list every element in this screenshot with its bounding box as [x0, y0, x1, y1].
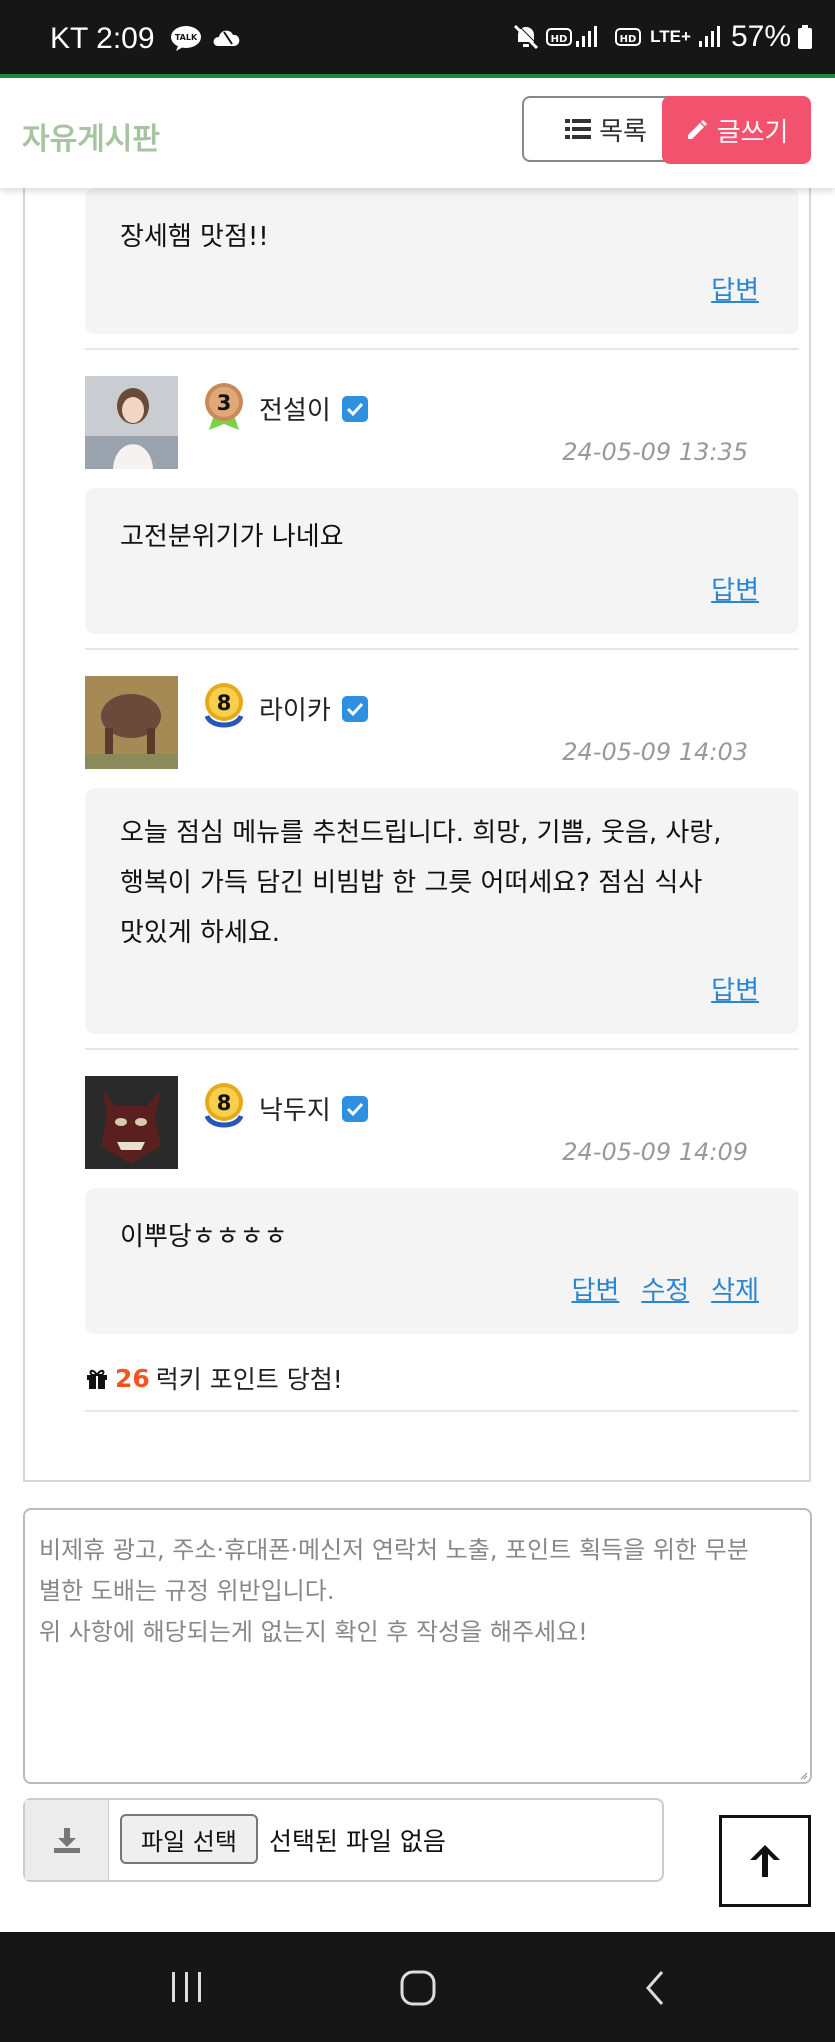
svg-text:HD: HD — [551, 34, 568, 45]
comment-date: 24-05-09 14:03 — [562, 738, 748, 766]
avatar[interactable] — [85, 1076, 178, 1169]
edit-link[interactable]: 수정 — [641, 1270, 689, 1307]
avatar-image — [85, 1076, 178, 1169]
comment-body: 장세햄 맛점!! 답변 — [85, 188, 799, 334]
placeholder-line: 비제휴 광고, 주소·휴대폰·메신저 연락처 노출, 포인트 획득을 위한 무분 — [39, 1536, 749, 1564]
comment-text: 고전분위기가 나네요 — [120, 522, 344, 552]
comment-body: 이뿌당ㅎㅎㅎㅎ 답변 수정 삭제 — [85, 1188, 799, 1334]
file-upload-row: 파일 선택 선택된 파일 없음 — [23, 1798, 664, 1882]
nickname[interactable]: 낙두지 — [259, 1090, 331, 1127]
reply-link[interactable]: 답변 — [711, 970, 759, 1007]
comment-line: 오늘 점심 메뉴를 추천드립니다. 희망, 기쁨, 웃음, 사랑, — [120, 818, 722, 848]
download-icon — [53, 1828, 80, 1853]
comment-text: 장세햄 맛점!! — [120, 222, 269, 252]
cloud-icon — [213, 30, 240, 46]
lucky-number: 26 — [115, 1363, 150, 1393]
lucky-points: 26 럭키 포인트 당첨! — [85, 1360, 343, 1396]
comment-text: 이뿌당ㅎㅎㅎㅎ — [120, 1222, 288, 1252]
scroll-top-button[interactable] — [719, 1815, 811, 1907]
file-status: 선택된 파일 없음 — [269, 1827, 446, 1856]
level-badge-icon: 8 — [204, 1083, 244, 1128]
comment-list: 장세햄 맛점!! 답변 3 전설이 24-05-09 13:35 고전분위기가 … — [23, 188, 811, 1482]
divider — [85, 648, 799, 650]
reply-link[interactable]: 답변 — [571, 1270, 619, 1307]
divider — [85, 1410, 799, 1412]
talk-icon: TALK — [171, 26, 201, 51]
carrier-time: KT 2:09 — [50, 22, 155, 55]
home-icon[interactable] — [398, 1968, 438, 2008]
lte-icon: LTE+ — [650, 27, 691, 46]
avatar[interactable] — [85, 676, 178, 769]
reply-link[interactable]: 답변 — [711, 570, 759, 607]
comment-line: 행복이 가득 담긴 비빔밥 한 그릇 어떠세요? 점심 식사 — [120, 868, 703, 898]
hd-signal-icon: HD — [546, 26, 598, 47]
divider — [85, 348, 799, 350]
battery-percent: 57% — [730, 20, 791, 53]
recent-apps-icon[interactable] — [168, 1968, 206, 2006]
resize-handle-icon[interactable] — [800, 1772, 808, 1780]
write-button-label: 글쓰기 — [716, 117, 789, 148]
list-icon — [565, 119, 592, 139]
comment-textarea[interactable]: 비제휴 광고, 주소·휴대폰·메신저 연락처 노출, 포인트 획득을 위한 무분… — [23, 1508, 812, 1784]
delete-link[interactable]: 삭제 — [711, 1270, 759, 1307]
write-button[interactable]: 글쓰기 — [662, 96, 811, 164]
status-bar: KT 2:09 TALK HD HD LTE+ 57% — [0, 0, 835, 74]
verified-check-icon — [342, 396, 368, 422]
nickname[interactable]: 전설이 — [259, 390, 331, 427]
board-header: 자유게시판 목록 글쓰기 — [0, 78, 835, 188]
android-nav-bar — [0, 1932, 835, 2042]
level-badge-icon: 3 — [205, 383, 243, 430]
verified-check-icon — [342, 1096, 368, 1122]
file-icon-box — [25, 1800, 109, 1880]
placeholder-line: 위 사항에 해당되는게 없는지 확인 후 작성을 해주세요! — [39, 1618, 588, 1646]
avatar-image — [85, 676, 178, 769]
textarea-placeholder: 비제휴 광고, 주소·휴대폰·메신저 연락처 노출, 포인트 획득을 위한 무분… — [39, 1530, 799, 1653]
signal-icon — [698, 26, 720, 47]
mute-icon — [514, 23, 540, 50]
placeholder-line: 별한 도배는 규정 위반입니다. — [39, 1577, 335, 1605]
board-title[interactable]: 자유게시판 — [22, 114, 160, 158]
comment-body: 고전분위기가 나네요 답변 — [85, 488, 799, 634]
svg-text:8: 8 — [217, 691, 232, 715]
back-icon[interactable] — [640, 1968, 670, 2008]
list-button-label: 목록 — [599, 116, 647, 147]
pencil-icon — [687, 120, 707, 139]
avatar-image — [85, 376, 178, 469]
comment-body: 오늘 점심 메뉴를 추천드립니다. 희망, 기쁨, 웃음, 사랑, 행복이 가득… — [85, 788, 799, 1034]
svg-text:8: 8 — [217, 1091, 232, 1115]
divider — [85, 1048, 799, 1050]
avatar[interactable] — [85, 376, 178, 469]
battery-icon — [798, 25, 812, 49]
svg-text:HD: HD — [620, 34, 637, 45]
comment-line: 맛있게 하세요. — [120, 918, 281, 948]
lucky-text: 럭키 포인트 당첨! — [155, 1365, 343, 1394]
svg-text:3: 3 — [217, 391, 232, 415]
file-select-button[interactable]: 파일 선택 — [120, 1814, 258, 1864]
comment-date: 24-05-09 13:35 — [562, 438, 748, 466]
arrow-up-icon — [750, 1845, 780, 1877]
svg-text:TALK: TALK — [175, 33, 198, 42]
comment-date: 24-05-09 14:09 — [562, 1138, 748, 1166]
nickname[interactable]: 라이카 — [259, 690, 331, 727]
level-badge-icon: 8 — [204, 683, 244, 728]
gift-icon — [87, 1369, 107, 1389]
reply-link[interactable]: 답변 — [711, 270, 759, 307]
hd-icon: HD — [615, 28, 642, 46]
verified-check-icon — [342, 696, 368, 722]
comment-text: 오늘 점심 메뉴를 추천드립니다. 희망, 기쁨, 웃음, 사랑, 행복이 가득… — [120, 808, 780, 958]
